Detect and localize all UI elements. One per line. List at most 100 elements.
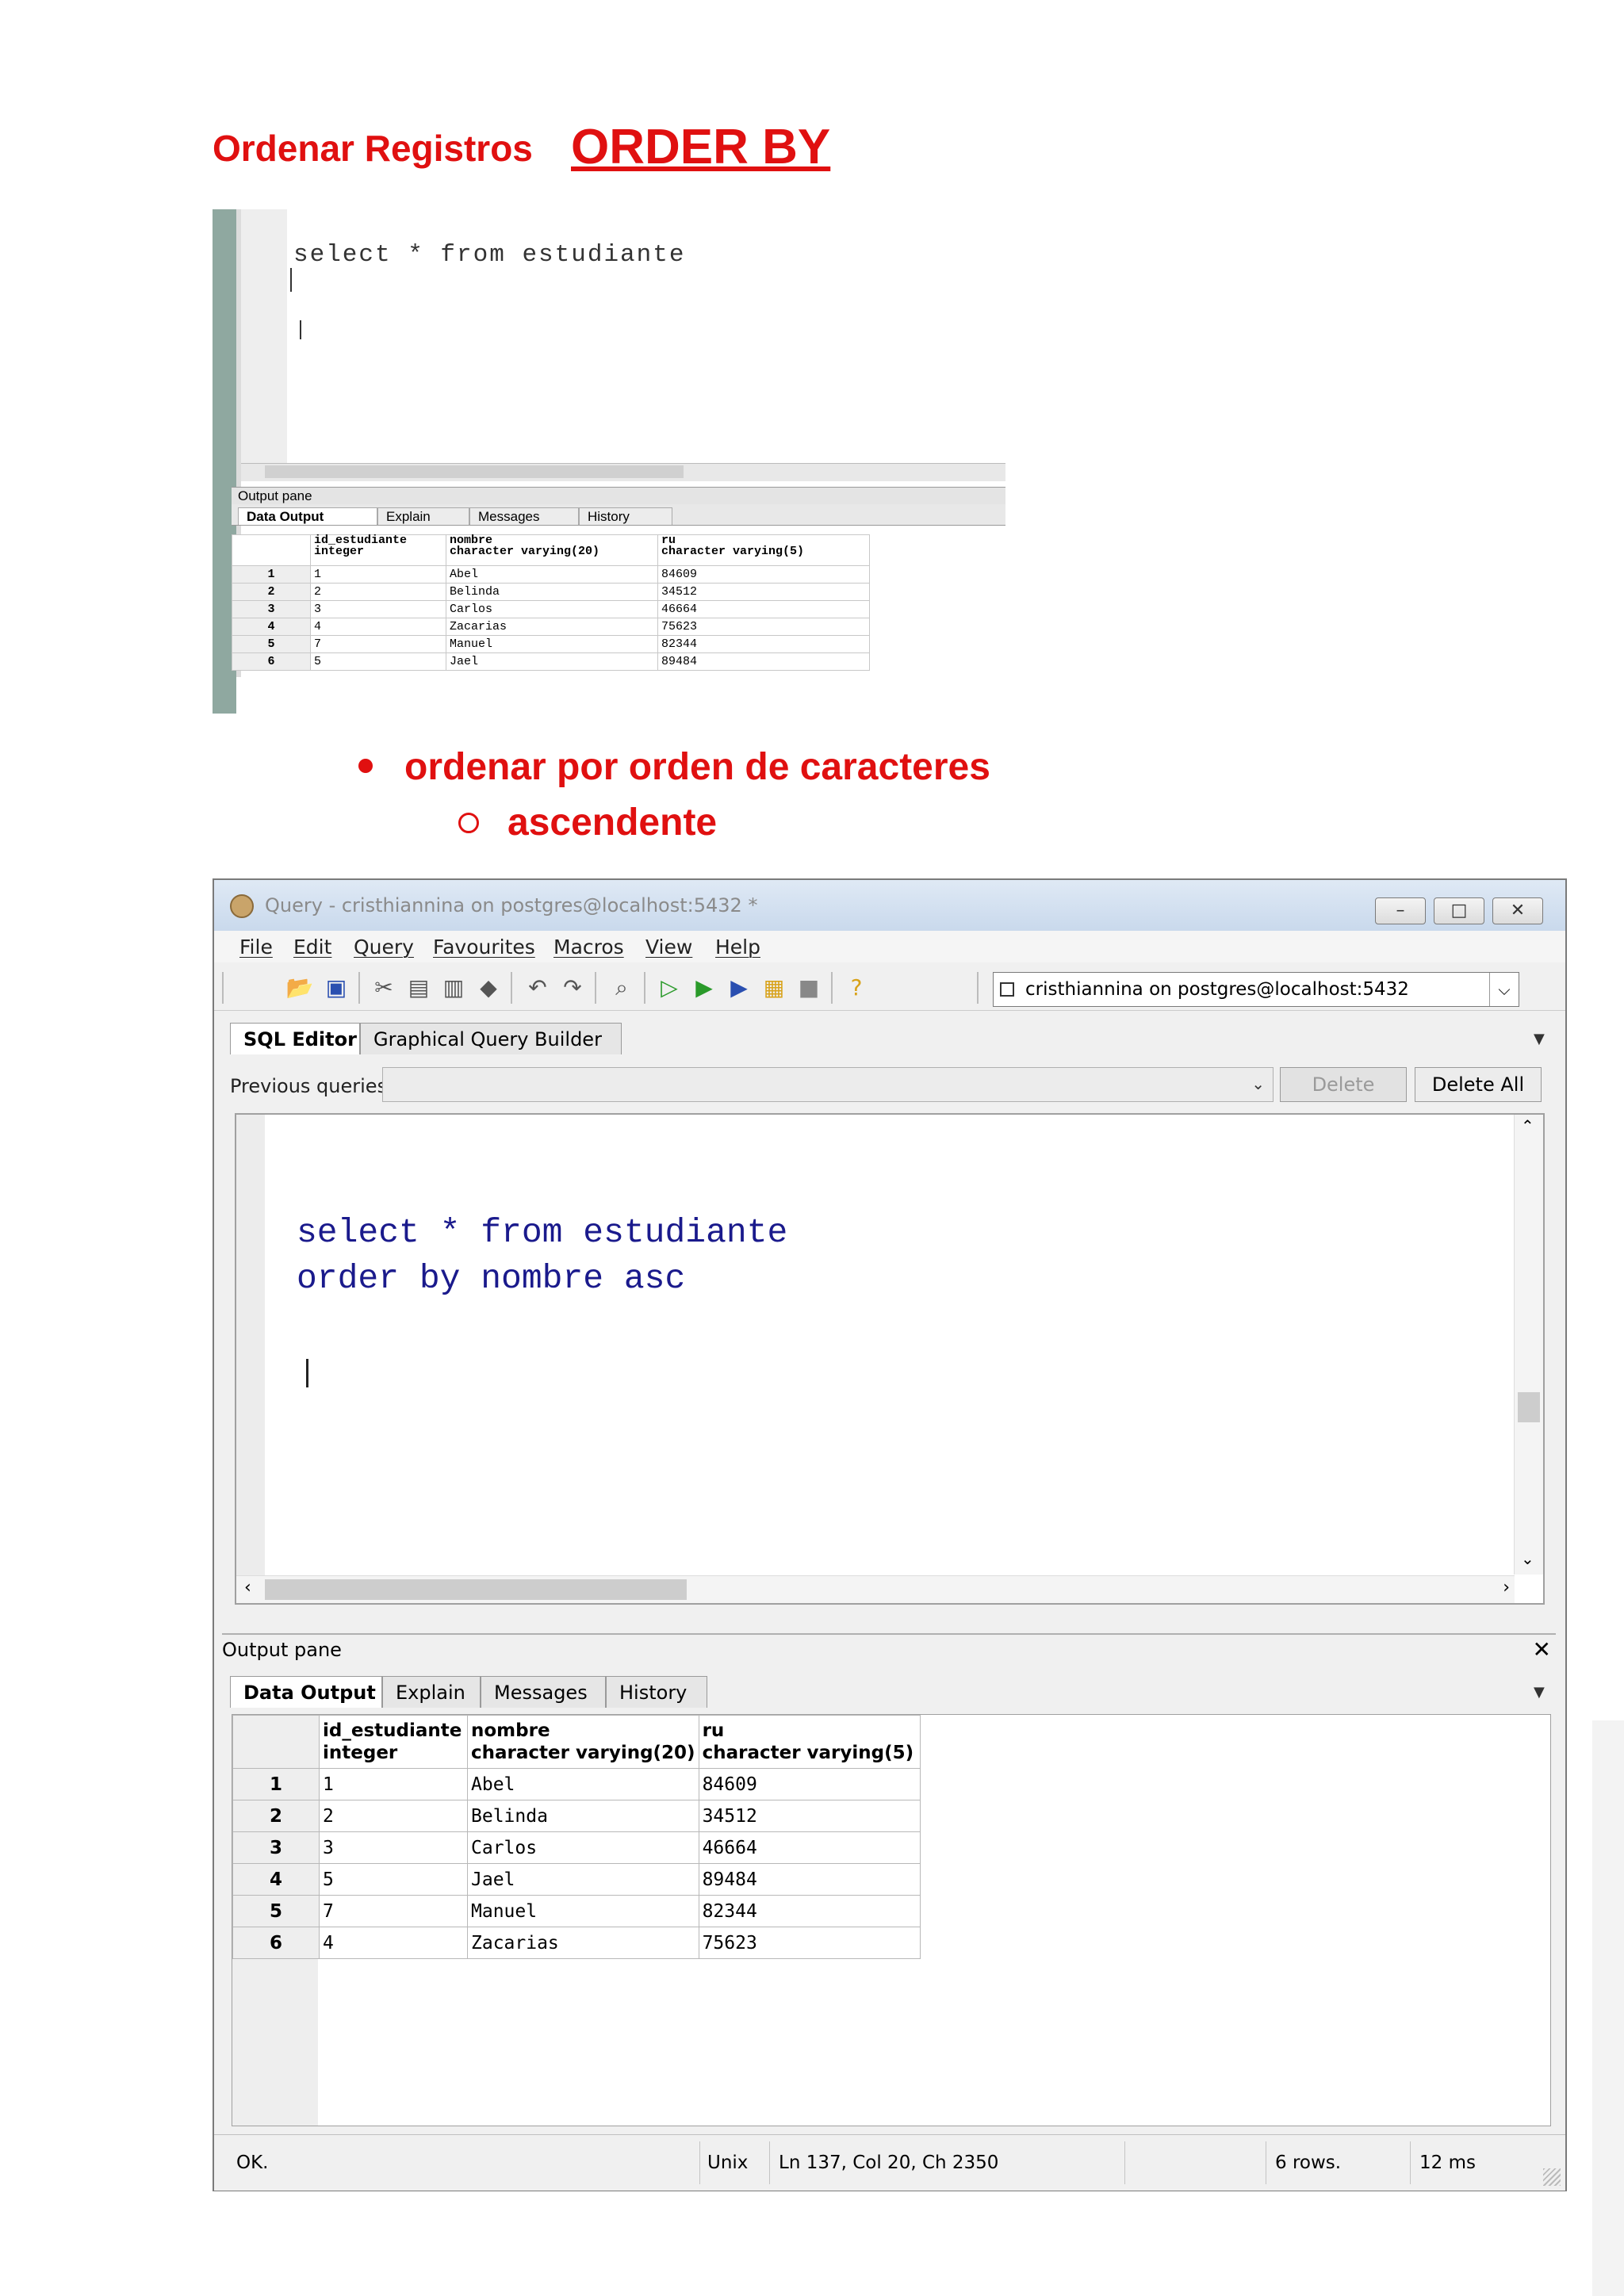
cell[interactable]: 75623	[698, 1927, 921, 1959]
scroll-thumb[interactable]	[1518, 1392, 1540, 1422]
cell[interactable]: 5	[310, 652, 446, 671]
tab-messages[interactable]: Messages	[469, 507, 579, 525]
undo-icon[interactable]: ↶	[523, 974, 552, 1002]
cell[interactable]: 7	[319, 1895, 468, 1927]
cell[interactable]: Abel	[446, 565, 658, 584]
menu-favourites[interactable]: Favourites	[433, 936, 535, 959]
tab-graphical-query-builder[interactable]: Graphical Query Builder	[360, 1023, 622, 1054]
cell[interactable]: Carlos	[446, 600, 658, 618]
cell[interactable]: 75623	[657, 618, 870, 636]
cell[interactable]: Abel	[467, 1768, 699, 1800]
cell[interactable]: 1	[319, 1768, 468, 1800]
explain-analyze-icon[interactable]: ▦	[760, 974, 788, 1002]
minimize-button[interactable]: –	[1375, 897, 1426, 924]
cell[interactable]: 2	[310, 583, 446, 601]
resize-grip-icon[interactable]	[1543, 2168, 1561, 2186]
stop-icon[interactable]: ■	[795, 974, 823, 1002]
cell[interactable]: 2	[319, 1800, 468, 1832]
chevron-down-icon[interactable]: ⌄	[1251, 1074, 1265, 1093]
table-row[interactable]: 2 2 Belinda 34512	[232, 1800, 921, 1832]
redo-icon[interactable]: ↷	[558, 974, 587, 1002]
execute-icon[interactable]: ▷	[655, 974, 684, 1002]
tab-data-output[interactable]: Data Output	[230, 1676, 382, 1708]
cell[interactable]: 34512	[657, 583, 870, 601]
tab-data-output[interactable]: Data Output	[238, 507, 377, 525]
table-row[interactable]: 6 4 Zacarias 75623	[232, 1927, 921, 1959]
cell[interactable]: 3	[319, 1831, 468, 1864]
tab-explain[interactable]: Explain	[377, 507, 469, 525]
cell[interactable]: Belinda	[467, 1800, 699, 1832]
tab-sql-editor[interactable]: SQL Editor	[230, 1023, 360, 1054]
cell[interactable]: 5	[319, 1863, 468, 1896]
cell[interactable]: Manuel	[467, 1895, 699, 1927]
previous-queries-select[interactable]: ⌄	[382, 1067, 1274, 1102]
menu-query[interactable]: Query	[354, 936, 414, 959]
execute-to-file-icon[interactable]: ▶	[725, 974, 753, 1002]
table-row[interactable]: 2 2 Belinda 34512	[232, 583, 870, 601]
tab-history[interactable]: History	[606, 1676, 707, 1708]
table-row[interactable]: 1 1 Abel 84609	[232, 565, 870, 584]
explain-icon[interactable]: ▶	[690, 974, 718, 1002]
cell[interactable]: Belinda	[446, 583, 658, 601]
chevron-right-icon[interactable]: ›	[1503, 1578, 1510, 1598]
tab-explain[interactable]: Explain	[382, 1676, 481, 1708]
table-row[interactable]: 4 4 Zacarias 75623	[232, 618, 870, 636]
cell[interactable]: 82344	[698, 1895, 921, 1927]
cell[interactable]: 7	[310, 635, 446, 653]
tab-messages[interactable]: Messages	[481, 1676, 606, 1708]
chevron-up-icon[interactable]: ⌃	[1521, 1116, 1534, 1135]
table-row[interactable]: 3 3 Carlos 46664	[232, 1831, 921, 1864]
menu-macros[interactable]: Macros	[553, 936, 624, 959]
cell[interactable]: Jael	[467, 1863, 699, 1896]
column-header[interactable]: id_estudiante integer	[319, 1715, 468, 1769]
table-row[interactable]: 6 5 Jael 89484	[232, 652, 870, 671]
cell[interactable]: Zacarias	[446, 618, 658, 636]
cell[interactable]: 84609	[657, 565, 870, 584]
horizontal-scrollbar[interactable]	[241, 463, 1005, 481]
chevron-left-icon[interactable]: ‹	[244, 1578, 251, 1598]
table-row[interactable]: 5 7 Manuel 82344	[232, 1895, 921, 1927]
tab-menu-icon[interactable]: ▼	[1534, 1031, 1545, 1047]
cell[interactable]: 89484	[698, 1863, 921, 1896]
table-row[interactable]: 4 5 Jael 89484	[232, 1863, 921, 1896]
paste-icon[interactable]: ▥	[439, 974, 468, 1002]
maximize-button[interactable]: □	[1434, 897, 1484, 924]
chevron-down-icon[interactable]: ⌄	[1521, 1549, 1534, 1568]
sql-editor[interactable]: select * from estudiante order by nombre…	[235, 1113, 1545, 1605]
scroll-thumb[interactable]	[265, 465, 684, 478]
cell[interactable]: Carlos	[467, 1831, 699, 1864]
cell[interactable]: 84609	[698, 1768, 921, 1800]
checkbox-icon[interactable]	[1000, 982, 1014, 997]
column-header[interactable]: nombre character varying(20)	[467, 1715, 699, 1769]
tab-menu-icon[interactable]: ▼	[1534, 1684, 1545, 1701]
delete-button[interactable]: Delete	[1280, 1067, 1407, 1102]
cell[interactable]: 3	[310, 600, 446, 618]
delete-all-button[interactable]: Delete All	[1415, 1067, 1542, 1102]
scroll-thumb[interactable]	[265, 1579, 687, 1600]
table-row[interactable]: 3 3 Carlos 46664	[232, 600, 870, 618]
help-icon[interactable]: ?	[842, 974, 871, 1002]
cell[interactable]: 46664	[698, 1831, 921, 1864]
column-header[interactable]: ru character varying(5)	[657, 534, 870, 566]
table-row[interactable]: 1 1 Abel 84609	[232, 1768, 921, 1800]
cut-icon[interactable]: ✂	[370, 974, 398, 1002]
close-icon[interactable]: ✕	[1533, 1635, 1551, 1665]
vertical-scrollbar[interactable]: ⌃ ⌄	[1514, 1115, 1543, 1575]
title-bar[interactable]: Query - cristhiannina on postgres@localh…	[214, 880, 1565, 931]
cell[interactable]: Manuel	[446, 635, 658, 653]
menu-edit[interactable]: Edit	[293, 936, 331, 959]
menu-view[interactable]: View	[645, 936, 692, 959]
cell[interactable]: 4	[310, 618, 446, 636]
open-icon[interactable]: 📂	[285, 974, 314, 1002]
cell[interactable]: 89484	[657, 652, 870, 671]
chevron-down-icon[interactable]: ⌵	[1489, 973, 1519, 1006]
cell[interactable]: 46664	[657, 600, 870, 618]
close-button[interactable]: ✕	[1492, 897, 1543, 924]
cell[interactable]: 1	[310, 565, 446, 584]
copy-icon[interactable]: ▤	[404, 974, 433, 1002]
table-row[interactable]: 5 7 Manuel 82344	[232, 635, 870, 653]
cell[interactable]: 82344	[657, 635, 870, 653]
save-icon[interactable]: ▣	[322, 974, 350, 1002]
cell[interactable]: 34512	[698, 1800, 921, 1832]
cell[interactable]: 4	[319, 1927, 468, 1959]
